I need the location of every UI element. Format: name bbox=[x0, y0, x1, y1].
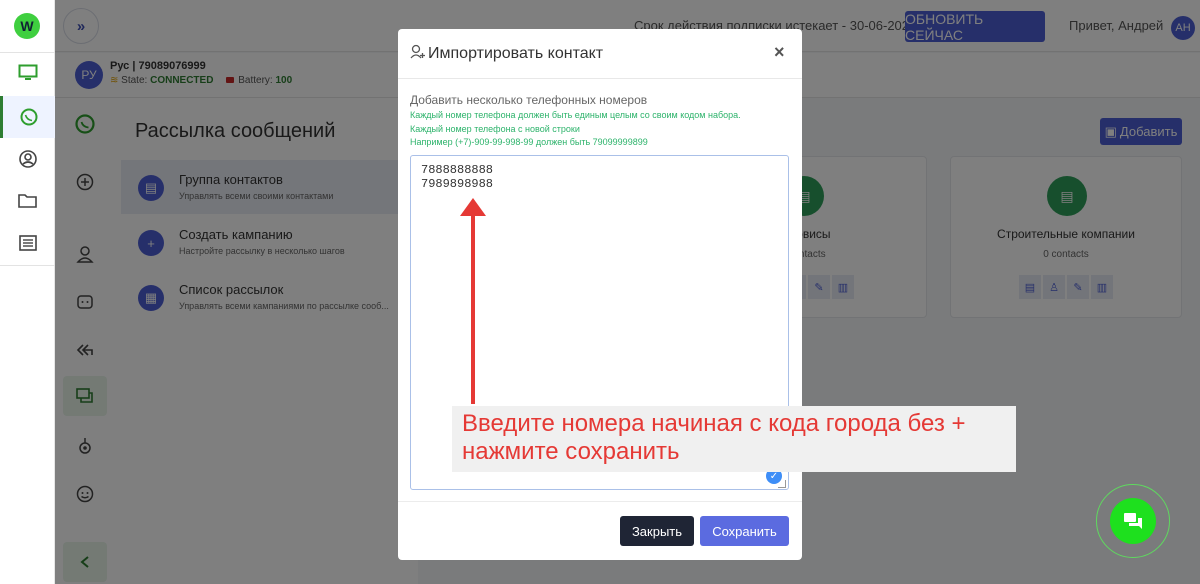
modal-header: Импортировать контакт × bbox=[398, 29, 802, 79]
live-chat-button[interactable] bbox=[1110, 498, 1156, 544]
folder-icon[interactable] bbox=[0, 180, 55, 222]
chat-fab-ring bbox=[1096, 484, 1170, 558]
instruction-line: нажмите сохранить bbox=[462, 438, 680, 465]
close-button[interactable]: Закрыть bbox=[620, 516, 694, 546]
hint-text: Каждый номер телефона с новой строки bbox=[410, 124, 580, 134]
instruction-text: Введите номера начиная с кода города без… bbox=[462, 410, 966, 466]
hint-text: Например (+7)-909-99-998-99 должен быть … bbox=[410, 137, 648, 147]
app-logo[interactable]: W bbox=[14, 13, 40, 39]
instruction-callout: Введите номера начиная с кода города без… bbox=[452, 406, 1016, 472]
phones-label: Добавить несколько телефонных номеров bbox=[410, 93, 648, 107]
rail-divider bbox=[0, 265, 55, 266]
instruction-line: Введите номера начиная с кода города без… bbox=[462, 410, 966, 437]
chat-bubbles-icon bbox=[1124, 513, 1142, 529]
add-user-icon bbox=[410, 44, 425, 59]
pointer-arrow-icon bbox=[460, 198, 486, 404]
hint-text: Каждый номер телефона должен быть единым… bbox=[410, 110, 741, 120]
user-circle-icon[interactable] bbox=[0, 138, 55, 180]
save-button[interactable]: Сохранить bbox=[700, 516, 789, 546]
close-icon[interactable]: × bbox=[774, 42, 785, 63]
footer-divider bbox=[398, 501, 802, 502]
app-rail: W bbox=[0, 0, 55, 584]
modal-title: Импортировать контакт bbox=[428, 45, 604, 62]
list-icon[interactable] bbox=[0, 222, 55, 264]
resize-handle[interactable] bbox=[778, 480, 786, 488]
whatsapp-icon[interactable] bbox=[0, 96, 55, 138]
monitor-icon[interactable] bbox=[0, 52, 55, 94]
